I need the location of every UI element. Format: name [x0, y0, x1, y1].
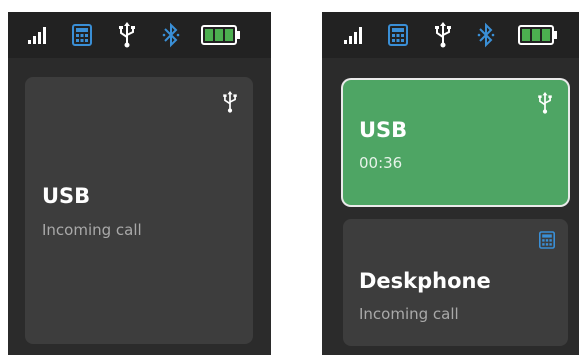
usb-icon — [119, 22, 135, 48]
signal-icon — [28, 26, 50, 44]
battery-icon — [518, 25, 558, 45]
call-timer: 00:36 — [359, 154, 403, 172]
card-subtitle: Incoming call — [42, 221, 142, 239]
bluetooth-icon — [477, 22, 495, 48]
signal-icon — [344, 26, 366, 44]
deskphone-icon — [539, 231, 555, 249]
right-screen: USB 00:36 Deskphone Incoming call — [322, 12, 579, 355]
battery-icon — [201, 25, 241, 45]
usb-icon — [538, 92, 552, 114]
bluetooth-icon — [162, 22, 180, 48]
usb-icon — [223, 91, 237, 113]
card-title: USB — [359, 118, 408, 142]
left-screen: USB Incoming call — [8, 12, 271, 355]
call-card-usb[interactable]: USB Incoming call — [25, 77, 253, 344]
status-bar — [8, 12, 271, 58]
call-card-usb-active[interactable]: USB 00:36 — [343, 80, 568, 205]
status-bar — [322, 12, 579, 58]
deskphone-icon — [72, 24, 92, 46]
usb-icon — [435, 22, 451, 48]
deskphone-icon — [388, 24, 408, 46]
card-title: USB — [42, 184, 91, 208]
call-card-deskphone[interactable]: Deskphone Incoming call — [343, 219, 568, 346]
card-title: Deskphone — [359, 269, 491, 293]
card-subtitle: Incoming call — [359, 305, 459, 323]
